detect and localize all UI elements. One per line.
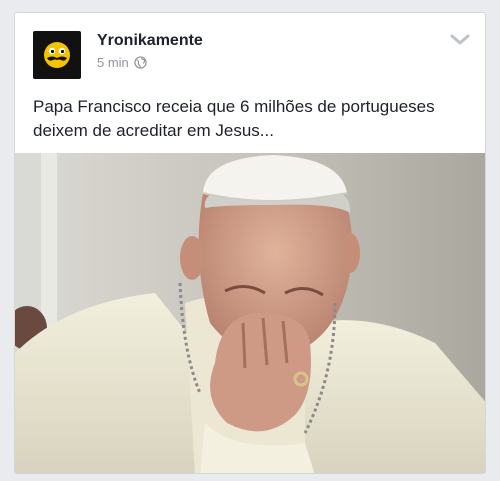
post-photo[interactable]: [15, 153, 485, 473]
pope-photo-image: [15, 153, 485, 473]
post-timestamp[interactable]: 5 min: [97, 55, 129, 70]
post-meta: 5 min: [97, 55, 147, 70]
page-avatar[interactable]: [33, 31, 81, 79]
post-text-line-1: Papa Francisco receia que 6 milhões de p…: [33, 97, 435, 116]
mustache-face-logo: [44, 42, 70, 68]
post-card: Yronikamente 5 min Papa Francisco receia…: [14, 12, 486, 474]
post-text-line-2: deixem de acreditar em Jesus...: [33, 121, 274, 140]
globe-icon: [134, 56, 147, 69]
page-name[interactable]: Yronikamente: [97, 32, 203, 50]
post-text: Papa Francisco receia que 6 milhões de p…: [33, 95, 473, 143]
chevron-down-icon[interactable]: [449, 33, 471, 47]
